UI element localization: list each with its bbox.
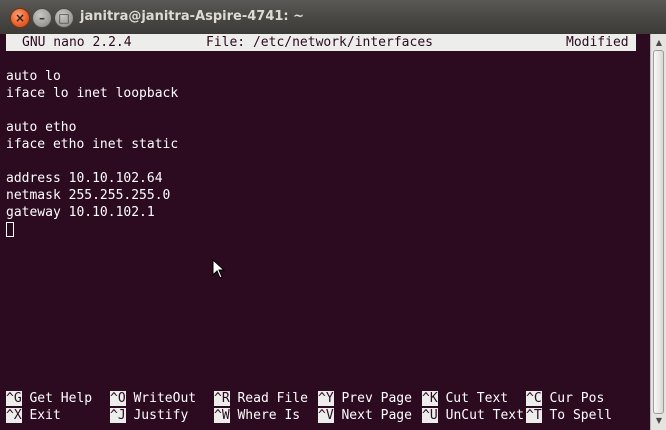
close-icon[interactable]: ×: [10, 8, 30, 28]
terminal-area[interactable]: GNU nano 2.2.4 File: /etc/network/interf…: [0, 34, 650, 430]
shortcut-next-page[interactable]: ^V Next Page: [318, 407, 412, 424]
modified-status: Modified: [566, 35, 629, 50]
shortcut-key: ^W: [214, 408, 230, 423]
file-line: auto etho: [6, 120, 77, 135]
shortcut-exit[interactable]: ^X Exit: [6, 407, 61, 424]
scroll-down-icon[interactable]: ▼: [654, 416, 664, 426]
shortcut-get-help[interactable]: ^G Get Help: [6, 390, 92, 407]
shortcut-label: Next Page: [341, 408, 412, 423]
file-line: auto lo: [6, 69, 61, 84]
file-line: iface lo inet loopback: [6, 86, 179, 101]
shortcut-to-spell[interactable]: ^T To Spell: [526, 407, 612, 424]
shortcut-label: UnCut Text: [445, 408, 524, 423]
shortcut-cut-text[interactable]: ^K Cut Text: [422, 390, 508, 407]
file-line: netmask 255.255.255.0: [6, 188, 171, 203]
shortcut-label: Exit: [29, 408, 61, 423]
file-line: iface etho inet static: [6, 137, 179, 152]
shortcut-key: ^T: [526, 408, 542, 423]
shortcut-label: Get Help: [29, 391, 93, 406]
mouse-pointer-icon: [212, 259, 226, 279]
shortcut-uncut-text[interactable]: ^U UnCut Text: [422, 407, 524, 424]
shortcut-key: ^O: [110, 391, 126, 406]
text-cursor: [6, 222, 14, 237]
shortcut-read-file[interactable]: ^R Read File: [214, 390, 308, 407]
shortcut-label: Read File: [237, 391, 308, 406]
scroll-up-icon[interactable]: ▲: [654, 38, 664, 48]
file-line: gateway 10.10.102.1: [6, 205, 155, 220]
file-line: address 10.10.102.64: [6, 171, 163, 186]
shortcut-label: Cut Text: [445, 391, 509, 406]
terminal-window: × – □ janitra@janitra-Aspire-4741: ~ GNU…: [0, 0, 666, 430]
shortcut-key: ^V: [318, 408, 334, 423]
scrollbar-thumb[interactable]: [653, 50, 664, 414]
nano-status-bar: GNU nano 2.2.4 File: /etc/network/interf…: [6, 34, 636, 51]
shortcut-key: ^G: [6, 391, 22, 406]
shortcut-label: WriteOut: [133, 391, 197, 406]
shortcut-cur-pos[interactable]: ^C Cur Pos: [526, 390, 604, 407]
shortcut-key: ^C: [526, 391, 542, 406]
shortcut-key: ^Y: [318, 391, 334, 406]
shortcut-key: ^J: [110, 408, 126, 423]
maximize-icon[interactable]: □: [54, 8, 74, 28]
shortcut-justify[interactable]: ^J Justify: [110, 407, 188, 424]
shortcut-key: ^X: [6, 408, 22, 423]
shortcut-writeout[interactable]: ^O WriteOut: [110, 390, 196, 407]
shortcut-where-is[interactable]: ^W Where Is: [214, 407, 300, 424]
window-title: janitra@janitra-Aspire-4741: ~: [80, 9, 305, 24]
shortcut-label: Justify: [133, 408, 189, 423]
minimize-icon[interactable]: –: [32, 8, 52, 28]
shortcut-key: ^U: [422, 408, 438, 423]
shortcut-label: Cur Pos: [549, 391, 605, 406]
shortcut-prev-page[interactable]: ^Y Prev Page: [318, 390, 412, 407]
shortcut-label: To Spell: [549, 408, 613, 423]
file-name: File: /etc/network/interfaces: [206, 35, 433, 50]
title-bar[interactable]: × – □ janitra@janitra-Aspire-4741: ~: [0, 0, 666, 35]
vertical-scrollbar[interactable]: ▲ ▼: [650, 34, 666, 430]
shortcut-label: Where Is: [237, 408, 301, 423]
shortcut-key: ^R: [214, 391, 230, 406]
shortcut-label: Prev Page: [341, 391, 412, 406]
shortcut-key: ^K: [422, 391, 438, 406]
nano-version: GNU nano 2.2.4: [22, 35, 132, 50]
